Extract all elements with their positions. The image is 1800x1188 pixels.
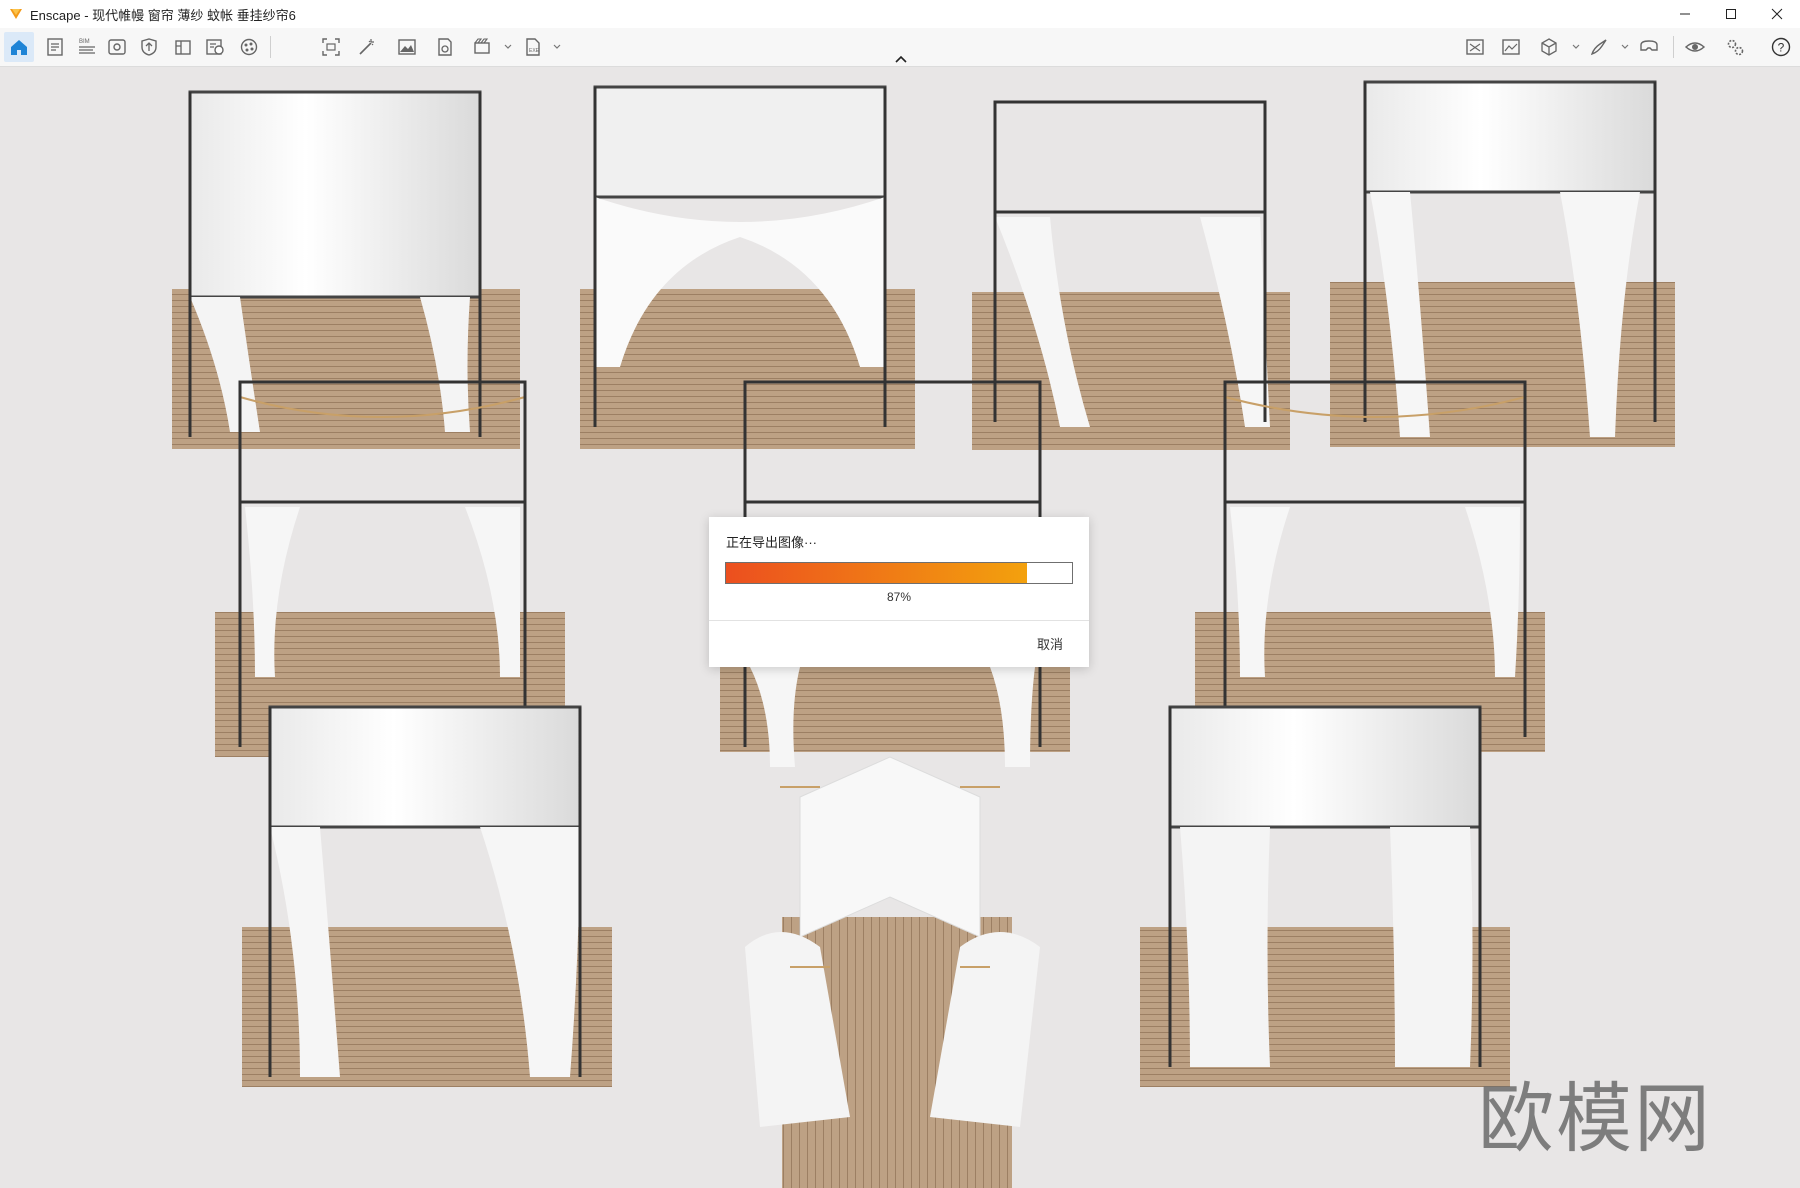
notes-icon[interactable] xyxy=(40,32,70,62)
vr-headset-icon[interactable] xyxy=(1634,32,1664,62)
panorama-icon[interactable] xyxy=(430,32,460,62)
svg-text:?: ? xyxy=(1778,41,1785,55)
asset-library-icon[interactable] xyxy=(200,32,230,62)
collapse-toolbar-chevron-icon[interactable] xyxy=(893,54,909,64)
cancel-button[interactable]: 取消 xyxy=(1033,632,1067,655)
cube-icon[interactable] xyxy=(1534,32,1564,62)
minimize-icon[interactable] xyxy=(1662,0,1708,28)
paint-dropdown-chevron-icon[interactable] xyxy=(1620,40,1630,54)
window-controls xyxy=(1662,0,1800,28)
export-dropdown-chevron-icon[interactable] xyxy=(552,40,562,54)
dialog-title: 正在导出图像··· xyxy=(726,535,817,550)
canopy-8 xyxy=(242,705,612,1087)
export-progress-bar xyxy=(725,562,1073,584)
window-title-bar: Enscape - 现代帷幔 窗帘 薄纱 蚊帐 垂挂纱帘6 xyxy=(0,0,1800,29)
section-dropdown-chevron-icon[interactable] xyxy=(1571,40,1581,54)
progress-percentage: 87% xyxy=(886,590,912,604)
toolbar-separator xyxy=(1673,36,1674,58)
image-settings-icon[interactable] xyxy=(1496,32,1526,62)
eye-icon[interactable] xyxy=(1680,32,1710,62)
dialog-divider xyxy=(709,620,1089,621)
canopy-3 xyxy=(972,100,1290,450)
svg-text:EXE: EXE xyxy=(529,48,540,54)
export-progress-fill xyxy=(726,563,1028,583)
capture-views-icon[interactable] xyxy=(1460,32,1490,62)
canopy-1 xyxy=(172,90,520,449)
home-icon[interactable] xyxy=(4,32,34,62)
brush-icon[interactable] xyxy=(1584,32,1614,62)
canopy-10 xyxy=(1140,705,1510,1087)
canopy-2 xyxy=(580,85,915,449)
window-title: Enscape - 现代帷幔 窗帘 薄纱 蚊帐 垂挂纱帘6 xyxy=(30,7,296,23)
help-icon[interactable]: ? xyxy=(1766,32,1796,62)
sun-icon[interactable] xyxy=(168,32,198,62)
maximize-icon[interactable] xyxy=(1708,0,1754,28)
screenshot-icon[interactable] xyxy=(316,32,346,62)
svg-text:BIM: BIM xyxy=(79,39,90,45)
toolbar-separator xyxy=(270,36,271,58)
close-icon[interactable] xyxy=(1754,0,1800,28)
export-image-dialog: 正在导出图像··· 87% 取消 xyxy=(709,517,1089,667)
atmosphere-icon[interactable] xyxy=(134,32,164,62)
batch-render-icon[interactable] xyxy=(392,32,422,62)
export-icon[interactable]: EXE xyxy=(518,32,548,62)
bim-icon[interactable]: BIM xyxy=(72,32,102,62)
views-icon[interactable] xyxy=(102,32,132,62)
brand-watermark: 欧模网 xyxy=(1478,1074,1712,1163)
magic-wand-icon[interactable] xyxy=(352,32,382,62)
canopy-9 xyxy=(745,756,1040,1188)
enscape-logo-icon xyxy=(10,9,22,19)
canopy-4 xyxy=(1330,80,1675,447)
material-editor-icon[interactable] xyxy=(234,32,264,62)
settings-icon[interactable] xyxy=(1720,32,1750,62)
video-icon[interactable] xyxy=(468,32,498,62)
video-dropdown-chevron-icon[interactable] xyxy=(503,40,513,54)
